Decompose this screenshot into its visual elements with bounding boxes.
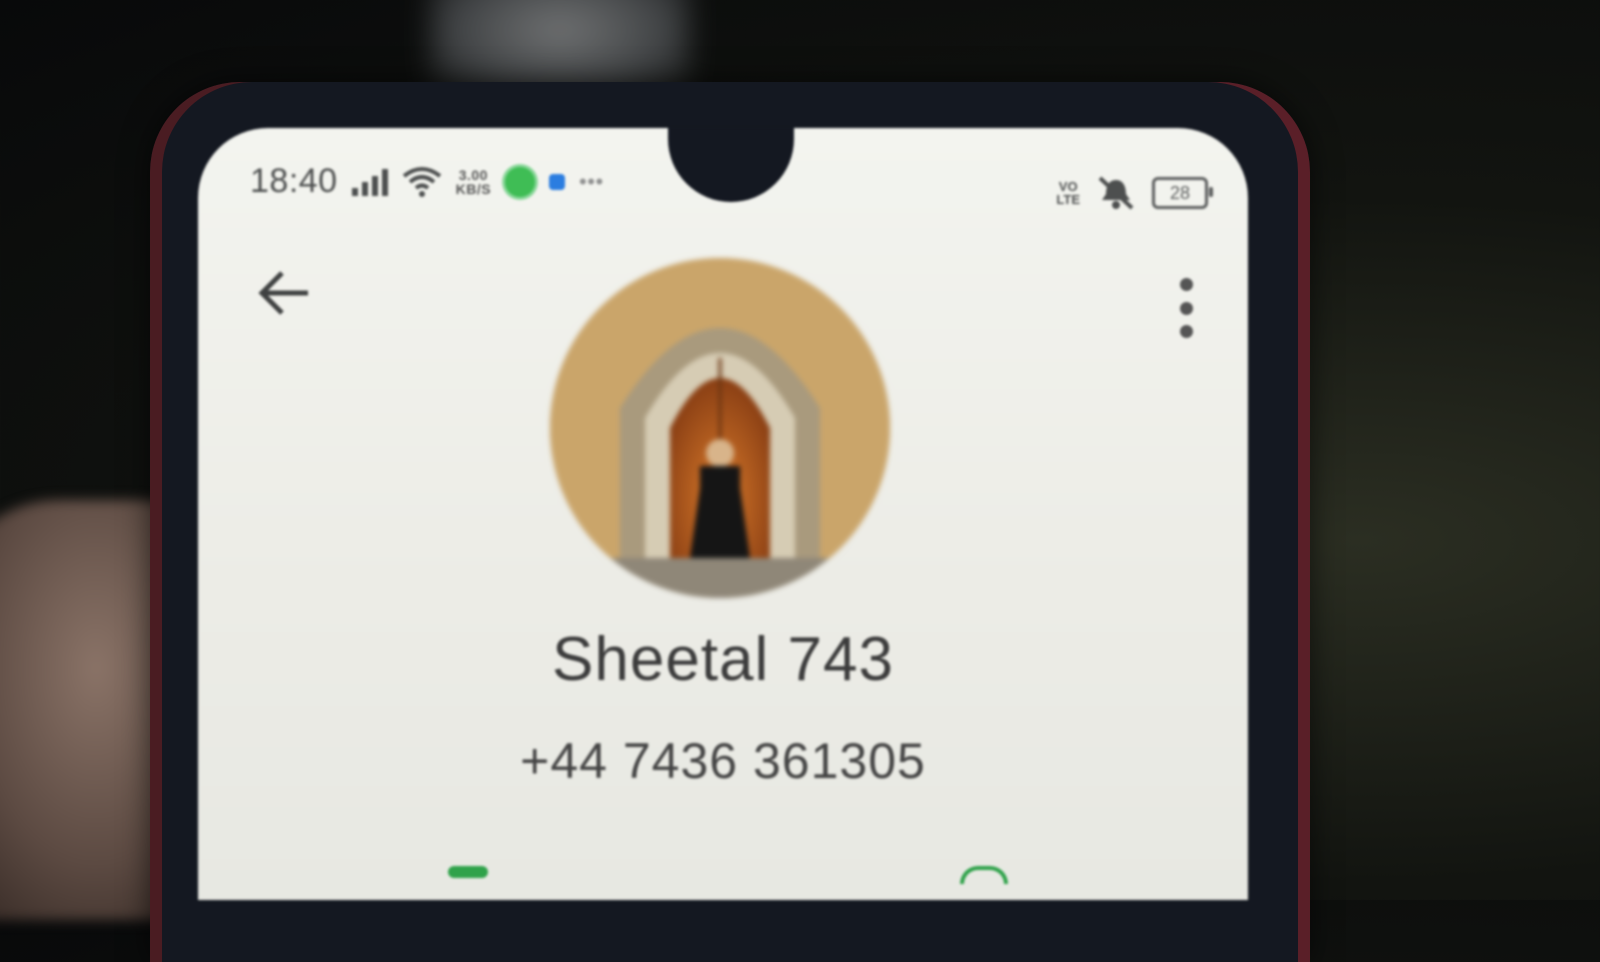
volte-icon: VO LTE <box>1056 179 1080 207</box>
status-bar-right: VO LTE 28 <box>1056 176 1213 210</box>
app-notification-icon <box>549 173 566 190</box>
status-time: 18:40 <box>250 162 338 200</box>
avatar[interactable] <box>550 258 890 598</box>
net-speed: 3.00 KB/S <box>455 166 492 197</box>
arrow-left-icon[interactable] <box>256 268 312 318</box>
audio-call-icon[interactable] <box>960 866 1008 884</box>
wifi-icon <box>402 166 441 197</box>
contact-name: Sheetal 743 <box>552 625 894 694</box>
message-icon[interactable] <box>448 866 488 878</box>
battery-icon: 28 <box>1152 177 1213 209</box>
status-bar-left: 18:40 3.00 KB/S ••• <box>250 162 604 201</box>
action-buttons-row <box>448 866 1008 900</box>
more-notifications-icon: ••• <box>579 168 604 194</box>
whatsapp-notification-icon <box>505 166 536 197</box>
more-vert-icon[interactable] <box>1176 278 1196 338</box>
contact-phone-number: +44 7436 361305 <box>520 733 926 789</box>
phone-screen: 18:40 3.00 KB/S ••• VO LTE 28 Sheetal 74… <box>198 128 1248 900</box>
signal-icon <box>351 168 388 196</box>
camera-notch <box>668 128 794 202</box>
avatar-photo <box>550 258 890 598</box>
vibrate-off-icon <box>1098 176 1134 210</box>
